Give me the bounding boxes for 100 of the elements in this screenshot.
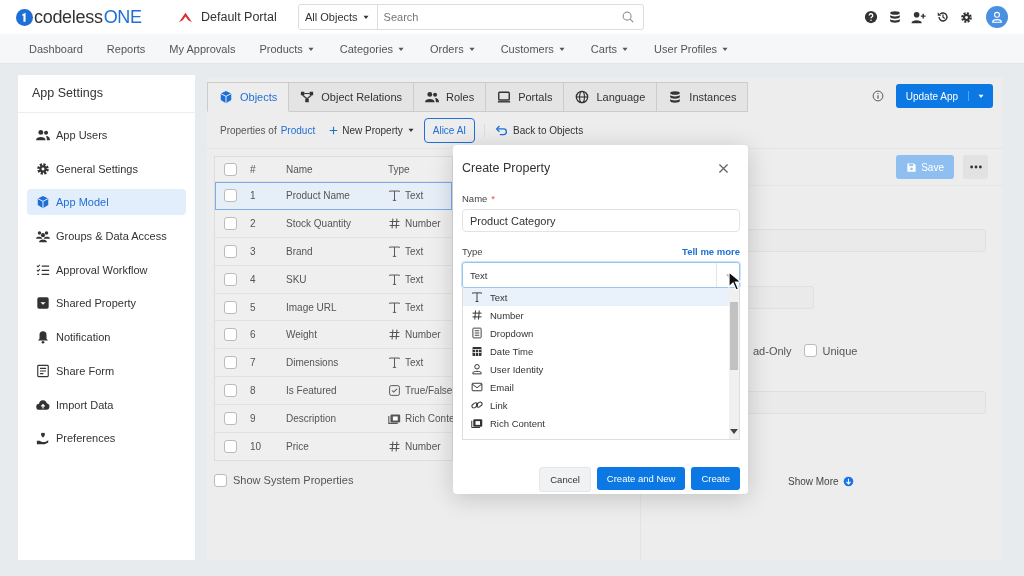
- row-checkbox[interactable]: [224, 412, 237, 426]
- row-checkbox[interactable]: [224, 244, 237, 258]
- tab[interactable]: Object Relations: [289, 82, 414, 112]
- row-checkbox[interactable]: [224, 300, 237, 314]
- create-and-new-button[interactable]: Create and New: [596, 467, 686, 490]
- sidebar-item[interactable]: Approval Workflow: [27, 256, 186, 283]
- tab[interactable]: Instances: [657, 82, 749, 112]
- more-button[interactable]: [963, 155, 988, 179]
- row-checkbox[interactable]: [224, 188, 237, 202]
- row-checkbox[interactable]: [224, 328, 237, 342]
- user-icon: [990, 10, 1004, 24]
- table-row[interactable]: 4 SKU Text: [215, 265, 452, 294]
- update-app-button[interactable]: Update App: [895, 84, 993, 108]
- cloud-upload-icon: [36, 397, 50, 412]
- help-button[interactable]: [862, 10, 879, 24]
- alice-ai-button[interactable]: Alice AI: [423, 117, 476, 143]
- table-row[interactable]: 6 Weight Number: [215, 321, 452, 350]
- field-label: Name: [462, 193, 488, 204]
- show-more-link[interactable]: Show More: [788, 476, 854, 487]
- table-cell: Number: [405, 217, 441, 229]
- nav-item[interactable]: Products: [259, 42, 316, 55]
- table-row[interactable]: 1 Product Name Text: [215, 182, 452, 210]
- users-icon: [36, 128, 50, 142]
- table-cell-text: 2: [250, 217, 257, 229]
- hash-icon: [388, 216, 401, 230]
- dropdown-option[interactable]: Link: [463, 396, 729, 414]
- row-checkbox[interactable]: [224, 272, 237, 286]
- table-row[interactable]: 2 Stock Quantity Number: [215, 209, 452, 238]
- required-mark: *: [491, 193, 496, 204]
- row-checkbox[interactable]: [224, 384, 237, 398]
- type-dropdown[interactable]: Text: [462, 262, 740, 288]
- dropdown-option[interactable]: User Identity: [463, 360, 729, 378]
- column-header: Type: [388, 163, 411, 175]
- table-cell-text: Weight: [286, 329, 318, 341]
- tab[interactable]: Roles: [414, 82, 487, 112]
- settings-icon: [960, 10, 973, 24]
- nav-item[interactable]: Customers: [500, 42, 567, 55]
- scrollbar[interactable]: [729, 288, 739, 439]
- nav-item[interactable]: Categories: [339, 42, 406, 55]
- nav-item[interactable]: My Approvals: [169, 42, 236, 55]
- properties-label: Properties of: [220, 124, 277, 136]
- dropdown-option[interactable]: Date Time: [463, 342, 729, 360]
- arrow-down-icon: [842, 476, 854, 487]
- settings-button[interactable]: [958, 10, 975, 24]
- row-checkbox[interactable]: [224, 439, 237, 453]
- table-row[interactable]: 10 Price Number: [215, 433, 452, 460]
- nav-item[interactable]: Orders: [430, 42, 477, 55]
- new-property-button[interactable]: New Property: [328, 124, 416, 136]
- name-field[interactable]: Product Category: [462, 209, 740, 232]
- dropdown-option[interactable]: Rich Content: [463, 414, 729, 432]
- search-field[interactable]: All Objects Search: [298, 4, 644, 30]
- sidebar-item[interactable]: App Model: [27, 189, 186, 216]
- tab[interactable]: Language: [564, 82, 658, 112]
- sidebar-item[interactable]: App Users: [27, 122, 186, 148]
- close-button[interactable]: [717, 161, 730, 175]
- dropdown-option[interactable]: Number: [463, 306, 729, 324]
- scope-dropdown[interactable]: All Objects: [299, 5, 378, 29]
- sidebar-item[interactable]: Notification: [27, 324, 186, 351]
- portal-link[interactable]: Default Portal: [178, 9, 298, 25]
- nav-item[interactable]: User Profiles: [654, 42, 731, 55]
- table-cell-text: 7: [250, 357, 257, 369]
- sidebar-item[interactable]: General Settings: [27, 155, 186, 182]
- row-checkbox[interactable]: [224, 356, 237, 370]
- sidebar-item[interactable]: Groups & Data Access: [27, 223, 186, 250]
- table-row[interactable]: 8 Is Featured True/False: [215, 377, 452, 406]
- avatar-button[interactable]: [986, 6, 1008, 28]
- cancel-button[interactable]: Cancel: [539, 467, 591, 492]
- object-link[interactable]: Product: [280, 124, 316, 136]
- sidebar-item[interactable]: Share Form: [27, 357, 186, 384]
- table-cell: True/False: [405, 385, 453, 397]
- nav-item[interactable]: Dashboard: [29, 42, 83, 55]
- plus-icon: [328, 124, 340, 136]
- dropdown-option[interactable]: Text: [463, 288, 729, 306]
- dropdown-option[interactable]: Email: [463, 378, 729, 396]
- nav-item[interactable]: Reports: [106, 42, 146, 55]
- cursor-icon: [728, 271, 742, 291]
- tab[interactable]: Objects: [207, 82, 290, 112]
- sidebar-item[interactable]: Preferences: [27, 425, 186, 452]
- table-row[interactable]: 3 Brand Text: [215, 237, 452, 266]
- back-button[interactable]: Back to Objects: [484, 123, 584, 137]
- checkbox[interactable]: [214, 473, 227, 487]
- nav-item[interactable]: Carts: [590, 42, 631, 55]
- table-row[interactable]: 9 Description Rich Conte: [215, 405, 452, 433]
- select-all-checkbox[interactable]: [224, 162, 237, 176]
- sidebar-item[interactable]: Shared Property: [27, 290, 186, 317]
- help-link[interactable]: Tell me more: [682, 246, 740, 257]
- database-icon: [887, 10, 902, 24]
- dropdown-option[interactable]: Dropdown: [463, 324, 729, 342]
- table-cell: Text: [405, 189, 424, 201]
- logo-text: codeless: [34, 6, 103, 28]
- table-row[interactable]: 5 Image URL Text: [215, 293, 452, 322]
- create-button[interactable]: Create: [691, 467, 740, 490]
- sidebar-item[interactable]: Import Data: [27, 391, 186, 418]
- add-user-button[interactable]: [910, 9, 927, 25]
- settings-icon: [36, 161, 50, 176]
- checkbox[interactable]: [803, 344, 817, 357]
- scroll-down-icon[interactable]: [730, 429, 738, 435]
- table-row[interactable]: 7 Dimensions Text: [215, 349, 452, 378]
- tab[interactable]: Portals: [486, 82, 565, 112]
- row-checkbox[interactable]: [224, 216, 237, 230]
